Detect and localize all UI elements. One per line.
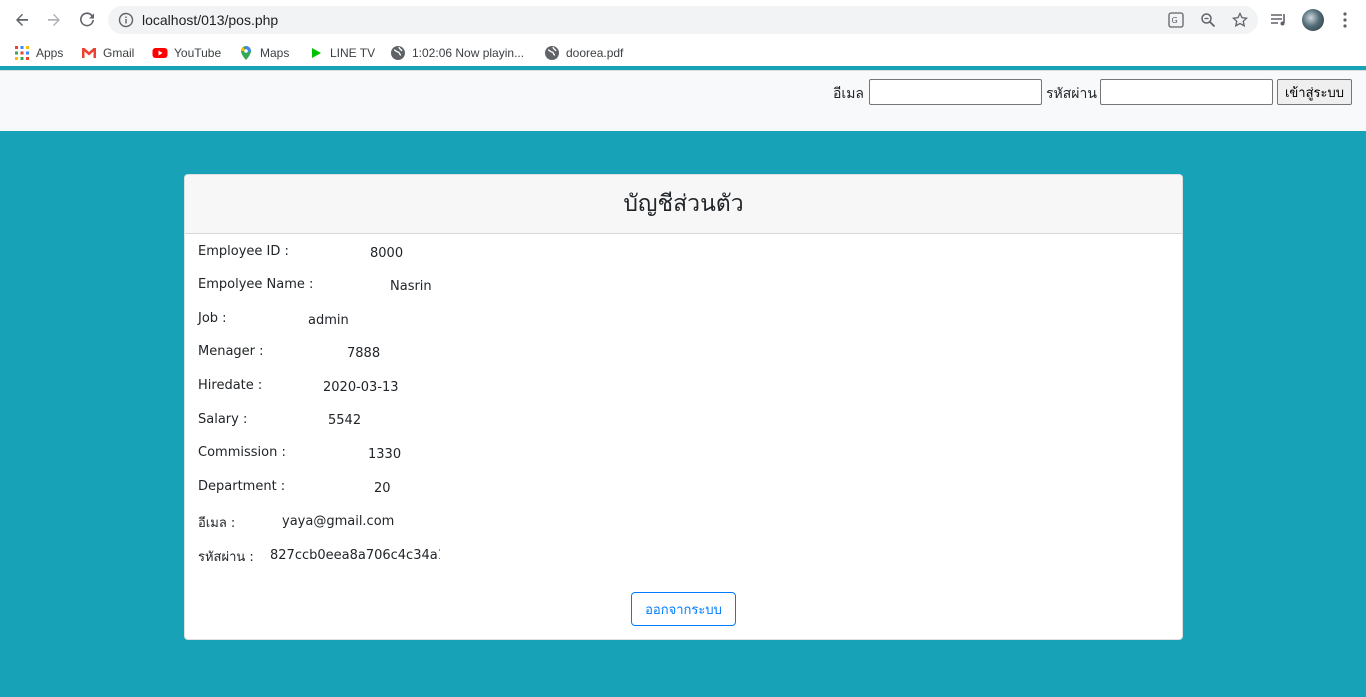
field-label: Commission : bbox=[198, 445, 286, 460]
email-label: อีเมล bbox=[833, 86, 865, 102]
email-input[interactable] bbox=[869, 79, 1042, 105]
zoom-icon[interactable] bbox=[1200, 12, 1216, 28]
bookmark-linetv[interactable]: LINE TV bbox=[308, 44, 375, 62]
browser-toolbar: localhost/013/pos.php G bbox=[0, 0, 1366, 40]
field-value: yaya@gmail.com bbox=[282, 514, 395, 529]
field-value: 1330 bbox=[368, 447, 402, 462]
globe-icon bbox=[390, 45, 406, 61]
media-queue-icon[interactable] bbox=[1269, 10, 1289, 30]
bookmark-now-playing[interactable]: 1:02:06 Now playin... bbox=[390, 44, 524, 62]
bookmark-label: Gmail bbox=[103, 46, 135, 60]
field-label: Department : bbox=[198, 479, 286, 494]
field-value: 2020-03-13 bbox=[323, 380, 399, 395]
bookmark-label: doorea.pdf bbox=[566, 46, 624, 60]
bookmark-maps[interactable]: Maps bbox=[238, 44, 289, 62]
globe-icon bbox=[544, 45, 560, 61]
youtube-icon bbox=[152, 45, 168, 61]
field-label: Job : bbox=[198, 311, 227, 326]
field-label: Salary : bbox=[198, 412, 248, 427]
field-value: 5542 bbox=[328, 413, 362, 428]
bookmark-label: LINE TV bbox=[330, 46, 376, 60]
field-label: Empolyee Name : bbox=[198, 277, 314, 292]
play-icon bbox=[308, 45, 324, 61]
field-value: 827ccb0eea8a706c4c34a16 bbox=[270, 548, 440, 563]
bookmark-gmail[interactable]: Gmail bbox=[81, 44, 134, 62]
login-button[interactable]: เข้าสู่ระบบ bbox=[1277, 79, 1352, 105]
card-title: บัญชีส่วนตัว bbox=[185, 175, 1182, 234]
field-value: Nasrin bbox=[390, 279, 432, 294]
info-icon[interactable] bbox=[118, 12, 134, 28]
field-value: 8000 bbox=[370, 246, 404, 261]
bookmark-youtube[interactable]: YouTube bbox=[152, 44, 221, 62]
reload-icon[interactable] bbox=[75, 8, 99, 32]
bookmark-star-icon[interactable] bbox=[1231, 11, 1249, 28]
translate-icon[interactable]: G bbox=[1168, 12, 1184, 28]
password-input[interactable] bbox=[1100, 79, 1273, 105]
field-value: 7888 bbox=[347, 346, 381, 361]
bookmark-label: YouTube bbox=[174, 46, 222, 60]
field-label: Employee ID : bbox=[198, 244, 289, 259]
field-label: อีเมล : bbox=[198, 516, 236, 531]
address-bar[interactable]: localhost/013/pos.php G bbox=[108, 6, 1258, 34]
forward-arrow-icon[interactable] bbox=[42, 8, 66, 32]
bookmark-apps[interactable]: Apps bbox=[14, 44, 63, 62]
apps-grid-icon bbox=[14, 45, 30, 61]
gmail-icon bbox=[81, 45, 97, 61]
field-value: admin bbox=[308, 313, 349, 328]
bookmark-doorea[interactable]: doorea.pdf bbox=[544, 44, 623, 62]
field-label: Menager : bbox=[198, 344, 264, 359]
field-label: รหัสผ่าน : bbox=[198, 550, 254, 565]
bookmark-label: Apps bbox=[36, 46, 64, 60]
maps-pin-icon bbox=[238, 45, 254, 61]
account-card: บัญชีส่วนตัว Employee ID : 8000 Empolyee… bbox=[184, 174, 1183, 640]
logout-button[interactable]: ออกจากระบบ bbox=[631, 592, 736, 626]
svg-text:G: G bbox=[1172, 16, 1178, 25]
url-text: localhost/013/pos.php bbox=[142, 12, 279, 28]
profile-avatar[interactable] bbox=[1302, 9, 1324, 31]
bookmark-label: 1:02:06 Now playin... bbox=[412, 46, 525, 60]
back-arrow-icon[interactable] bbox=[10, 8, 34, 32]
field-label: Hiredate : bbox=[198, 378, 263, 393]
page-navbar: อีเมล รหัสผ่าน เข้าสู่ระบบ bbox=[0, 71, 1366, 131]
bookmark-label: Maps bbox=[260, 46, 290, 60]
field-value: 20 bbox=[374, 481, 391, 496]
bookmarks-bar: Apps Gmail YouTube Maps LINE TV 1:02:06 … bbox=[0, 40, 1366, 66]
more-menu-icon[interactable] bbox=[1335, 10, 1355, 30]
password-label: รหัสผ่าน bbox=[1046, 86, 1097, 102]
